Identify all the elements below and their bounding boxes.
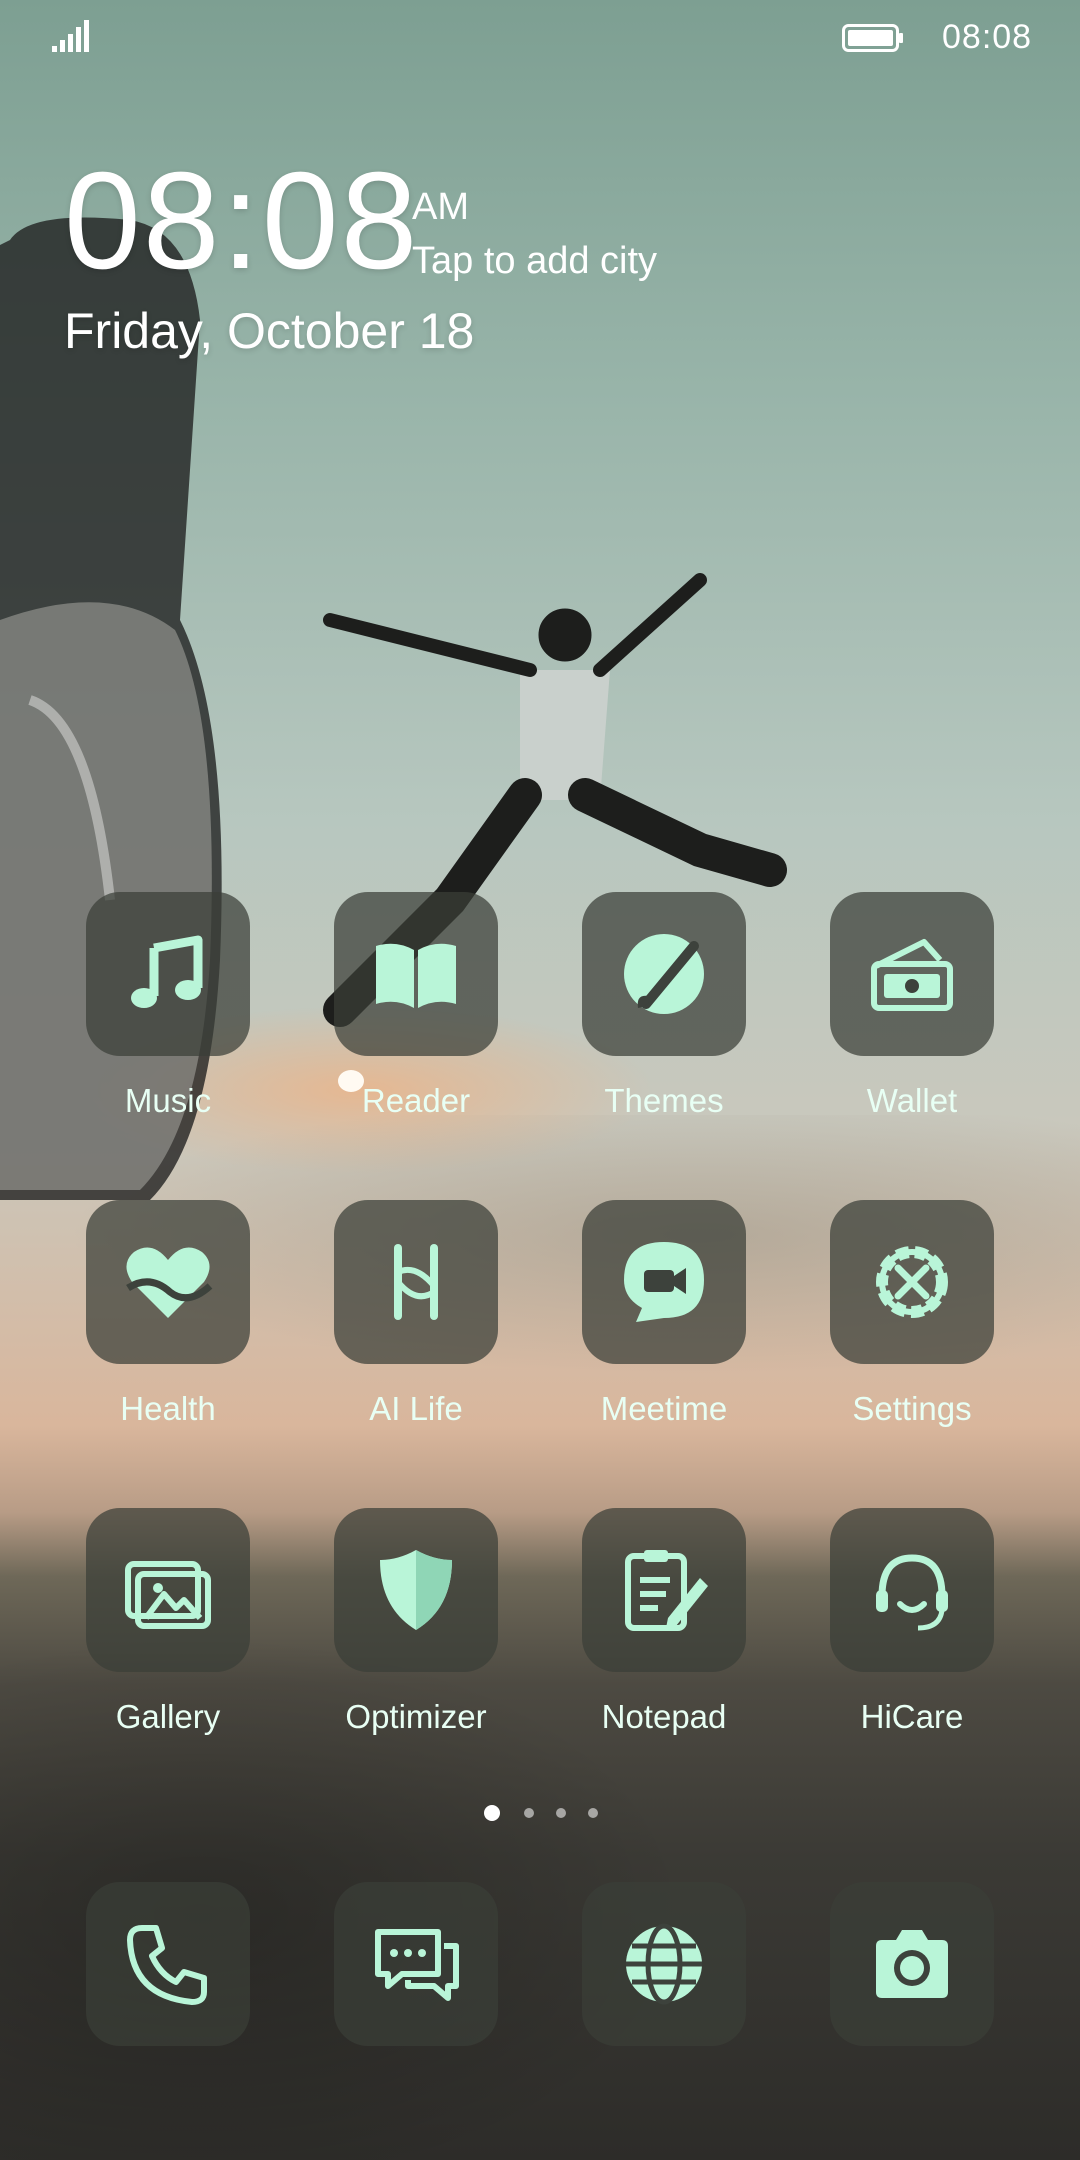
music-note-icon	[131, 935, 203, 1008]
gallery-icon	[125, 1561, 211, 1629]
notepad-icon	[625, 1550, 708, 1631]
app-music[interactable]: Music	[48, 892, 296, 1152]
heart-icon	[126, 1247, 213, 1318]
app-tile[interactable]	[582, 1508, 746, 1672]
app-tile[interactable]	[334, 1508, 498, 1672]
clock-ampm: AM	[412, 186, 469, 228]
home-screen: 08:08 08:08 AM Tap to add city Friday, O…	[0, 0, 1080, 2160]
app-label: Notepad	[601, 1698, 727, 1735]
app-themes[interactable]: Themes	[544, 892, 792, 1152]
add-city-link[interactable]: Tap to add city	[412, 240, 657, 283]
app-tile[interactable]	[582, 1882, 746, 2046]
dock-camera[interactable]	[792, 1882, 1040, 2142]
page-dot[interactable]	[524, 1808, 534, 1818]
page-indicator[interactable]	[484, 1804, 604, 1824]
browser-globe-icon	[626, 1923, 702, 2005]
page-dot-active[interactable]	[484, 1805, 500, 1821]
app-gallery[interactable]: Gallery	[48, 1508, 296, 1768]
headset-icon	[876, 1554, 948, 1631]
app-label: Themes	[604, 1082, 724, 1119]
app-tile[interactable]	[830, 1200, 994, 1364]
app-label: Settings	[852, 1390, 972, 1427]
app-tile[interactable]	[830, 892, 994, 1056]
app-settings[interactable]: Settings	[792, 1200, 1040, 1460]
app-tile[interactable]	[86, 1882, 250, 2046]
app-tile[interactable]	[582, 1200, 746, 1364]
clock-time[interactable]: 08:08	[64, 152, 419, 290]
status-bar: 08:08	[0, 0, 1080, 72]
app-notepad[interactable]: Notepad	[544, 1508, 792, 1768]
ai-life-icon	[394, 1244, 438, 1320]
status-time: 08:08	[942, 18, 1033, 56]
app-tile[interactable]	[334, 1200, 498, 1364]
app-tile[interactable]	[830, 1882, 994, 2046]
phone-icon	[127, 1925, 207, 2005]
page-dot[interactable]	[588, 1808, 598, 1818]
shield-icon	[380, 1550, 452, 1630]
app-label: Health	[120, 1390, 216, 1427]
app-label: Meetime	[600, 1390, 728, 1427]
app-label: Music	[124, 1082, 212, 1119]
app-tile[interactable]	[582, 892, 746, 1056]
app-ai-life[interactable]: AI Life	[296, 1200, 544, 1460]
app-optimizer[interactable]: Optimizer	[296, 1508, 544, 1768]
wallet-icon	[871, 939, 953, 1011]
open-book-icon	[376, 943, 456, 1008]
app-label: HiCare	[860, 1698, 964, 1735]
app-tile[interactable]	[86, 1508, 250, 1672]
app-label: Reader	[361, 1082, 471, 1119]
app-tile[interactable]	[334, 1882, 498, 2046]
gear-icon	[876, 1246, 948, 1318]
app-health[interactable]: Health	[48, 1200, 296, 1460]
page-dot[interactable]	[556, 1808, 566, 1818]
app-label: AI Life	[369, 1390, 463, 1427]
app-tile[interactable]	[334, 892, 498, 1056]
app-hicare[interactable]: HiCare	[792, 1508, 1040, 1768]
app-tile[interactable]	[86, 1200, 250, 1364]
dock-phone[interactable]	[48, 1882, 296, 2142]
battery-icon	[842, 24, 903, 52]
app-meetime[interactable]: Meetime	[544, 1200, 792, 1460]
signal-bars-icon	[52, 20, 89, 52]
messages-icon	[375, 1929, 459, 2001]
dock	[0, 1882, 1080, 2052]
video-chat-icon	[624, 1242, 704, 1322]
paint-brush-icon	[624, 934, 704, 1014]
app-label: Gallery	[115, 1698, 221, 1735]
dock-messages[interactable]	[296, 1882, 544, 2142]
app-reader[interactable]: Reader	[296, 892, 544, 1152]
app-tile[interactable]	[830, 1508, 994, 1672]
camera-icon	[876, 1930, 948, 1998]
app-label: Wallet	[866, 1082, 958, 1119]
app-tile[interactable]	[86, 892, 250, 1056]
app-label: Optimizer	[345, 1698, 487, 1735]
dock-browser[interactable]	[544, 1882, 792, 2142]
clock-date[interactable]: Friday, October 18	[64, 302, 474, 360]
app-wallet[interactable]: Wallet	[792, 892, 1040, 1152]
